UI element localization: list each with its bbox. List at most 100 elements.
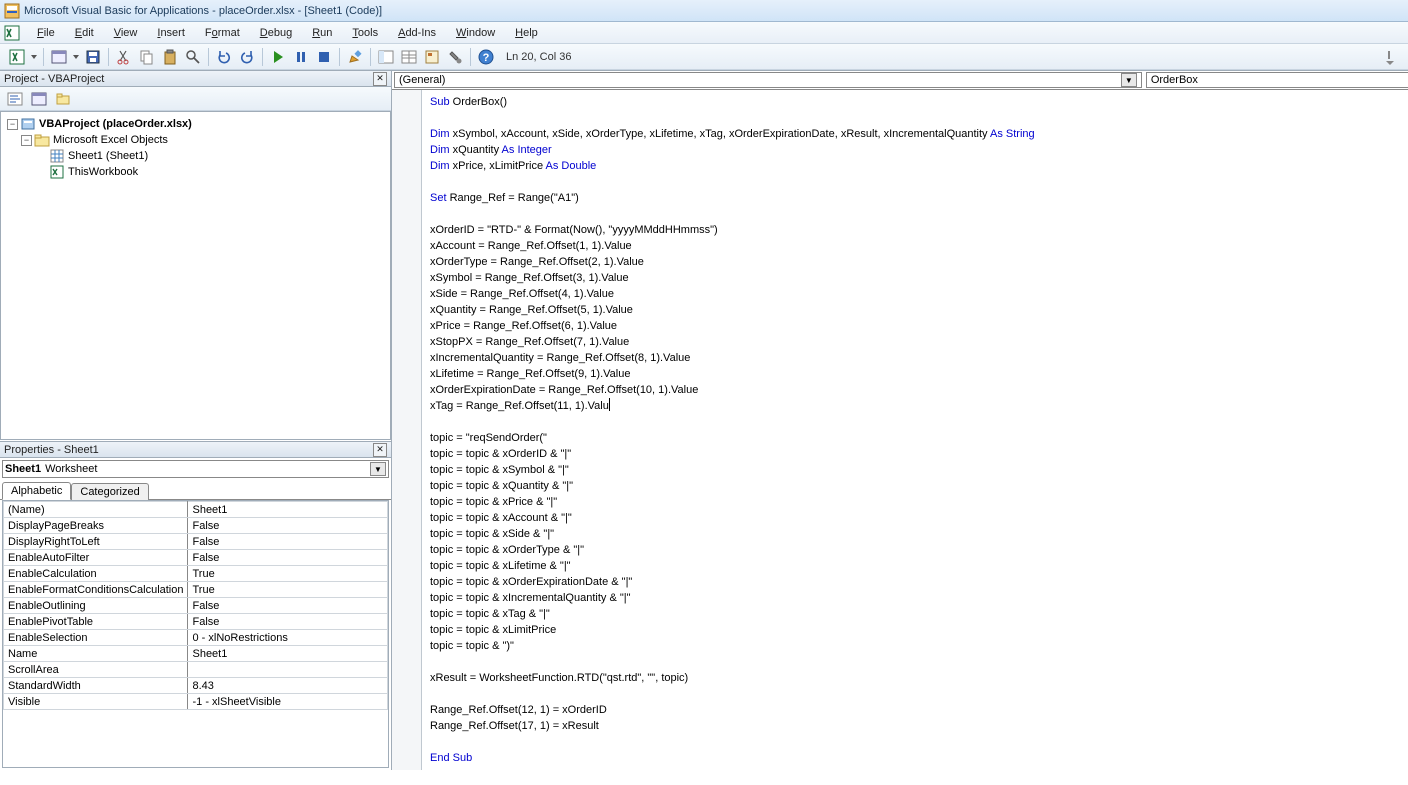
menu-run[interactable]: Run: [303, 25, 341, 41]
property-name: EnableAutoFilter: [4, 550, 188, 566]
property-value[interactable]: True: [188, 566, 388, 582]
property-value[interactable]: -1 - xlSheetVisible: [188, 694, 388, 710]
procedure-dropdown[interactable]: OrderBox: [1146, 72, 1408, 88]
workbook-icon: [49, 164, 65, 180]
property-value[interactable]: False: [188, 534, 388, 550]
cut-button[interactable]: [113, 46, 135, 68]
property-name: (Name): [4, 502, 188, 518]
menu-insert[interactable]: Insert: [148, 25, 194, 41]
tree-root[interactable]: − VBAProject (placeOrder.xlsx): [3, 116, 388, 132]
property-name: EnableOutlining: [4, 598, 188, 614]
property-value[interactable]: False: [188, 550, 388, 566]
object-browser-button[interactable]: [421, 46, 443, 68]
undo-button[interactable]: [213, 46, 235, 68]
toolbox-button[interactable]: [444, 46, 466, 68]
properties-window-button[interactable]: [398, 46, 420, 68]
object-selector[interactable]: Sheet1 Worksheet ▼: [2, 460, 389, 478]
tree-root-label: VBAProject (placeOrder.xlsx): [39, 118, 192, 130]
menu-format[interactable]: Format: [196, 25, 249, 41]
property-row[interactable]: EnableAutoFilterFalse: [4, 550, 388, 566]
tree-item-label: ThisWorkbook: [68, 166, 138, 178]
design-mode-button[interactable]: [344, 46, 366, 68]
code-editor[interactable]: Sub OrderBox() Dim xSymbol, xAccount, xS…: [392, 90, 1408, 770]
tree-item-thisworkbook[interactable]: ThisWorkbook: [3, 164, 388, 180]
property-value[interactable]: False: [188, 518, 388, 534]
menu-addins[interactable]: Add-Ins: [389, 25, 445, 41]
break-button[interactable]: [290, 46, 312, 68]
property-row[interactable]: EnablePivotTableFalse: [4, 614, 388, 630]
property-value[interactable]: Sheet1: [188, 502, 388, 518]
property-row[interactable]: StandardWidth8.43: [4, 678, 388, 694]
view-excel-dropdown[interactable]: [29, 46, 39, 68]
save-button[interactable]: [82, 46, 104, 68]
property-value[interactable]: 8.43: [188, 678, 388, 694]
menu-file[interactable]: File: [28, 25, 64, 41]
procedure-dropdown-label: OrderBox: [1151, 74, 1198, 86]
window-title: Microsoft Visual Basic for Applications …: [24, 5, 382, 17]
dropdown-arrow-icon[interactable]: ▼: [370, 462, 386, 476]
menu-tools[interactable]: Tools: [343, 25, 387, 41]
property-name: Name: [4, 646, 188, 662]
property-name: DisplayPageBreaks: [4, 518, 188, 534]
paste-button[interactable]: [159, 46, 181, 68]
tree-item-sheet1[interactable]: Sheet1 (Sheet1): [3, 148, 388, 164]
copy-button[interactable]: [136, 46, 158, 68]
collapse-icon[interactable]: −: [21, 135, 32, 146]
menu-window[interactable]: Window: [447, 25, 504, 41]
menu-edit[interactable]: Edit: [66, 25, 103, 41]
property-tabs: Alphabetic Categorized: [0, 480, 391, 500]
properties-grid[interactable]: (Name)Sheet1DisplayPageBreaksFalseDispla…: [2, 500, 389, 768]
redo-button[interactable]: [236, 46, 258, 68]
insert-dropdown[interactable]: [71, 46, 81, 68]
property-row[interactable]: EnableFormatConditionsCalculationTrue: [4, 582, 388, 598]
property-value[interactable]: False: [188, 598, 388, 614]
property-value[interactable]: False: [188, 614, 388, 630]
property-value[interactable]: True: [188, 582, 388, 598]
menu-view[interactable]: View: [105, 25, 147, 41]
project-explorer-button[interactable]: [375, 46, 397, 68]
view-code-button[interactable]: [4, 88, 26, 110]
view-object-button[interactable]: [28, 88, 50, 110]
view-excel-button[interactable]: [6, 46, 28, 68]
object-dropdown-label: (General): [399, 74, 445, 86]
property-value[interactable]: 0 - xlNoRestrictions: [188, 630, 388, 646]
help-button[interactable]: ?: [475, 46, 497, 68]
properties-pane-close[interactable]: ✕: [373, 443, 387, 457]
reset-button[interactable]: [313, 46, 335, 68]
toolbar-overflow[interactable]: [1380, 46, 1402, 68]
toggle-folders-button[interactable]: [52, 88, 74, 110]
property-row[interactable]: EnableCalculationTrue: [4, 566, 388, 582]
property-row[interactable]: EnableOutliningFalse: [4, 598, 388, 614]
tab-categorized[interactable]: Categorized: [71, 483, 148, 500]
code-text[interactable]: Sub OrderBox() Dim xSymbol, xAccount, xS…: [422, 90, 1408, 770]
tab-alphabetic[interactable]: Alphabetic: [2, 482, 71, 500]
vba-app-icon: [4, 3, 20, 19]
object-type: Worksheet: [45, 463, 97, 475]
dropdown-arrow-icon[interactable]: ▼: [1121, 73, 1137, 87]
property-row[interactable]: DisplayRightToLeftFalse: [4, 534, 388, 550]
find-button[interactable]: [182, 46, 204, 68]
tree-folder[interactable]: − Microsoft Excel Objects: [3, 132, 388, 148]
run-button[interactable]: [267, 46, 289, 68]
property-row[interactable]: Visible-1 - xlSheetVisible: [4, 694, 388, 710]
property-row[interactable]: DisplayPageBreaksFalse: [4, 518, 388, 534]
property-row[interactable]: NameSheet1: [4, 646, 388, 662]
project-pane-close[interactable]: ✕: [373, 72, 387, 86]
property-row[interactable]: EnableSelection0 - xlNoRestrictions: [4, 630, 388, 646]
menubar: File Edit View Insert Format Debug Run T…: [0, 22, 1408, 44]
properties-pane-title: Properties - Sheet1: [4, 444, 99, 456]
excel-doc-icon: [4, 25, 20, 41]
property-row[interactable]: (Name)Sheet1: [4, 502, 388, 518]
property-value[interactable]: [188, 662, 388, 678]
insert-userform-button[interactable]: [48, 46, 70, 68]
property-name: EnablePivotTable: [4, 614, 188, 630]
collapse-icon[interactable]: −: [7, 119, 18, 130]
code-margin: [392, 90, 422, 770]
menu-help[interactable]: Help: [506, 25, 547, 41]
menu-debug[interactable]: Debug: [251, 25, 301, 41]
project-tree[interactable]: − VBAProject (placeOrder.xlsx) − Microso…: [0, 111, 391, 440]
property-name: EnableCalculation: [4, 566, 188, 582]
object-dropdown[interactable]: (General) ▼: [394, 72, 1142, 88]
property-value[interactable]: Sheet1: [188, 646, 388, 662]
property-row[interactable]: ScrollArea: [4, 662, 388, 678]
